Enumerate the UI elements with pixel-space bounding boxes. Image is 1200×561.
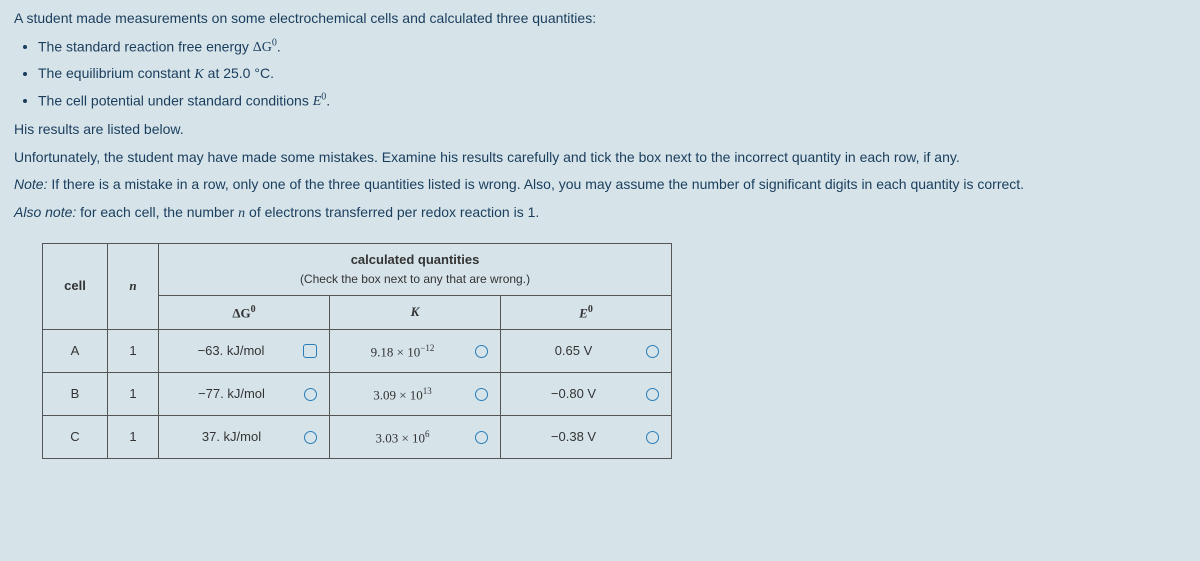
th-calc: calculated quantities (Check the box nex… (159, 243, 672, 295)
cell-k-c: 3.03 × 106 (330, 416, 501, 459)
e-symbol: E0 (313, 94, 327, 109)
dg-value: −77. kJ/mol (169, 384, 294, 404)
k-symbol: K (194, 67, 203, 82)
th-k: K (330, 295, 501, 329)
cell-dg-c: 37. kJ/mol (159, 416, 330, 459)
k-value: 9.18 × 10−12 (340, 344, 465, 358)
radio-dg-b[interactable] (304, 388, 317, 401)
also-note-label: Also note: (14, 204, 76, 220)
cell-n: 1 (108, 416, 159, 459)
radio-k-c[interactable] (475, 431, 488, 444)
cell-id: C (43, 416, 108, 459)
cell-e-c: −0.38 V (501, 416, 672, 459)
bullet-1-pre: The standard reaction free energy (38, 38, 253, 54)
e-value: 0.65 V (511, 341, 636, 361)
bullet-2-pre: The equilibrium constant (38, 65, 194, 81)
cell-n: 1 (108, 330, 159, 373)
radio-e-c[interactable] (646, 431, 659, 444)
radio-e-a[interactable] (646, 345, 659, 358)
radio-k-b[interactable] (475, 388, 488, 401)
bullet-list: The standard reaction free energy ΔG0. T… (38, 36, 1186, 113)
results-line: His results are listed below. (14, 119, 1186, 141)
radio-k-a[interactable] (475, 345, 488, 358)
cell-e-b: −0.80 V (501, 373, 672, 416)
cell-k-a: 9.18 × 10−12 (330, 330, 501, 373)
cell-dg-b: −77. kJ/mol (159, 373, 330, 416)
k-value: 3.03 × 106 (340, 430, 465, 444)
note-label: Note: (14, 176, 47, 192)
mistakes-line: Unfortunately, the student may have made… (14, 147, 1186, 169)
bullet-1: The standard reaction free energy ΔG0. (38, 36, 1186, 59)
th-e: E0 (501, 295, 672, 329)
delta-g-symbol: ΔG0 (253, 40, 277, 55)
also-note-line: Also note: for each cell, the number n o… (14, 202, 1186, 225)
table-row: A 1 −63. kJ/mol 9.18 × 10−12 0 (43, 330, 672, 373)
cell-id: B (43, 373, 108, 416)
bullet-3: The cell potential under standard condit… (38, 90, 1186, 113)
also-note-pre: for each cell, the number (76, 204, 238, 220)
cell-n: 1 (108, 373, 159, 416)
radio-dg-c[interactable] (304, 431, 317, 444)
cell-e-a: 0.65 V (501, 330, 672, 373)
th-cell: cell (43, 243, 108, 329)
e-value: −0.38 V (511, 427, 636, 447)
th-n: n (108, 243, 159, 329)
th-calc-sub: (Check the box next to any that are wron… (169, 270, 661, 289)
th-calc-title: calculated quantities (169, 250, 661, 270)
cell-k-b: 3.09 × 1013 (330, 373, 501, 416)
dg-value: 37. kJ/mol (169, 427, 294, 447)
note-body: If there is a mistake in a row, only one… (47, 176, 1024, 192)
bullet-3-pre: The cell potential under standard condit… (38, 92, 313, 108)
table-row: B 1 −77. kJ/mol 3.09 × 1013 −0 (43, 373, 672, 416)
results-table: cell n calculated quantities (Check the … (42, 243, 672, 459)
checkbox-dg-a[interactable] (303, 344, 317, 358)
table-row: C 1 37. kJ/mol 3.03 × 106 −0.3 (43, 416, 672, 459)
intro-text: A student made measurements on some elec… (14, 8, 1186, 30)
dg-value: −63. kJ/mol (169, 341, 293, 361)
k-value: 3.09 × 1013 (340, 387, 465, 401)
cell-dg-a: −63. kJ/mol (159, 330, 330, 373)
bullet-2-post: at 25.0 °C. (204, 65, 274, 81)
th-dg: ΔG0 (159, 295, 330, 329)
bullet-2: The equilibrium constant K at 25.0 °C. (38, 63, 1186, 86)
bullet-1-post: . (277, 38, 281, 54)
radio-e-b[interactable] (646, 388, 659, 401)
e-value: −0.80 V (511, 384, 636, 404)
cell-id: A (43, 330, 108, 373)
also-note-post: of electrons transferred per redox react… (245, 204, 539, 220)
bullet-3-post: . (326, 92, 330, 108)
note-line: Note: If there is a mistake in a row, on… (14, 174, 1186, 196)
